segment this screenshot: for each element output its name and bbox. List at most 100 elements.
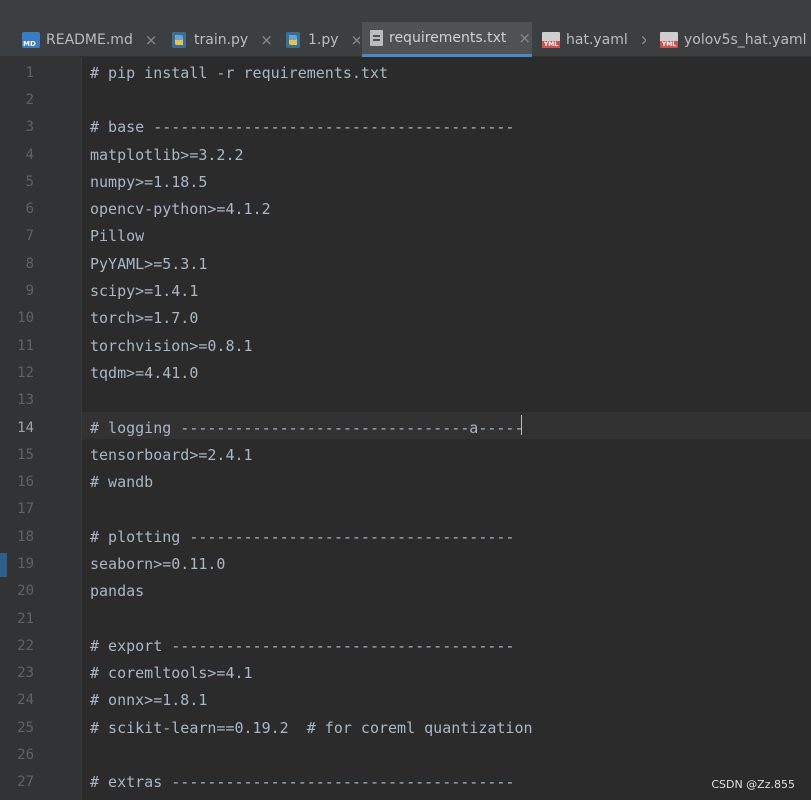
text-file-icon xyxy=(370,30,383,46)
line-number: 1 xyxy=(25,64,34,81)
code-text[interactable]: tqdm>=4.41.0 xyxy=(90,364,198,382)
tab-label: 1.py xyxy=(308,31,339,48)
line-number: 24 xyxy=(17,692,34,709)
code-line: 11 torchvision>=0.8.1 xyxy=(0,332,811,359)
line-number: 27 xyxy=(17,774,34,791)
code-text[interactable]: matplotlib>=3.2.2 xyxy=(90,146,244,164)
tab-label: requirements.txt xyxy=(389,30,507,46)
code-text[interactable]: # scikit-learn==0.19.2 # for coreml quan… xyxy=(90,719,533,737)
code-text[interactable]: opencv-python>=4.1.2 xyxy=(90,200,271,218)
code-text[interactable]: PyYAML>=5.3.1 xyxy=(90,255,207,273)
text-caret xyxy=(521,415,522,435)
line-number: 19 xyxy=(17,555,34,572)
code-text[interactable]: # logging ------------------------------… xyxy=(90,419,523,437)
line-number: 11 xyxy=(17,337,34,354)
code-line: 24 # onnx>=1.8.1 xyxy=(0,687,811,714)
code-line: 17 xyxy=(0,496,811,523)
code-line: 10 torch>=1.7.0 xyxy=(0,305,811,332)
line-number: 21 xyxy=(17,610,34,627)
code-line: 21 xyxy=(0,605,811,632)
code-text[interactable]: pandas xyxy=(90,582,144,600)
code-line: 25 # scikit-learn==0.19.2 # for coreml qu… xyxy=(0,714,811,741)
line-number: 13 xyxy=(17,392,34,409)
line-number: 18 xyxy=(17,528,34,545)
code-text[interactable]: # plotting -----------------------------… xyxy=(90,528,514,546)
close-icon[interactable]: × xyxy=(640,31,646,49)
code-line: 15 tensorboard>=2.4.1 xyxy=(0,441,811,468)
markdown-file-icon: MD xyxy=(22,31,40,48)
code-text[interactable]: scipy>=1.4.1 xyxy=(90,282,198,300)
code-text[interactable]: # coremltools>=4.1 xyxy=(90,664,253,682)
tab-1-py[interactable]: 1.py × xyxy=(276,22,360,57)
line-number: 5 xyxy=(25,173,34,190)
code-line: 26 xyxy=(0,741,811,768)
code-line: 6 opencv-python>=4.1.2 xyxy=(0,195,811,222)
code-text[interactable]: # wandb xyxy=(90,473,153,491)
line-number: 15 xyxy=(17,446,34,463)
line-number: 22 xyxy=(17,637,34,654)
line-number: 6 xyxy=(25,201,34,218)
python-file-icon xyxy=(284,31,302,48)
code-text[interactable]: # pip install -r requirements.txt xyxy=(90,64,388,82)
code-text[interactable]: Pillow xyxy=(90,227,144,245)
code-line: 4 matplotlib>=3.2.2 xyxy=(0,141,811,168)
tab-label: yolov5s_hat.yaml xyxy=(684,31,807,48)
line-number: 17 xyxy=(17,501,34,518)
line-number: 16 xyxy=(17,474,34,491)
code-text[interactable]: torchvision>=0.8.1 xyxy=(90,337,253,355)
code-text[interactable]: # export -------------------------------… xyxy=(90,637,514,655)
code-text[interactable]: numpy>=1.18.5 xyxy=(90,173,207,191)
line-number: 12 xyxy=(17,364,34,381)
close-icon[interactable]: × xyxy=(518,29,531,47)
python-file-icon xyxy=(170,31,188,48)
code-line: 5 numpy>=1.18.5 xyxy=(0,168,811,195)
close-icon[interactable]: × xyxy=(260,31,273,49)
code-line: 23 # coremltools>=4.1 xyxy=(0,660,811,687)
code-line: 12 tqdm>=4.41.0 xyxy=(0,359,811,386)
line-number: 10 xyxy=(17,310,34,327)
code-line: 19 seaborn>=0.11.0 xyxy=(0,550,811,577)
code-line: 27 # extras -----------------------------… xyxy=(0,769,811,796)
tab-train-py[interactable]: train.py × xyxy=(162,22,274,57)
line-number: 26 xyxy=(17,747,34,764)
line-number: 14 xyxy=(17,419,34,436)
code-line: 7 Pillow xyxy=(0,223,811,250)
code-text[interactable]: # base ---------------------------------… xyxy=(90,118,514,136)
code-line: 22 # export -----------------------------… xyxy=(0,632,811,659)
code-line: 3 # base --------------------------------… xyxy=(0,114,811,141)
code-line: 8 PyYAML>=5.3.1 xyxy=(0,250,811,277)
code-line-current: 14 # logging ----------------------------… xyxy=(0,414,811,441)
line-number: 9 xyxy=(25,283,34,300)
code-editor[interactable]: 1 # pip install -r requirements.txt 2 3 # … xyxy=(0,59,811,796)
line-number: 20 xyxy=(17,583,34,600)
line-number: 23 xyxy=(17,665,34,682)
tab-hat-yaml[interactable]: YML hat.yaml × xyxy=(534,22,646,57)
line-number: 3 xyxy=(25,119,34,136)
tab-label: README.md xyxy=(46,31,133,48)
code-line: 2 xyxy=(0,86,811,113)
code-text[interactable]: tensorboard>=2.4.1 xyxy=(90,446,253,464)
code-text[interactable]: seaborn>=0.11.0 xyxy=(90,555,225,573)
tab-requirements-txt[interactable]: requirements.txt × xyxy=(362,22,532,57)
code-line: 18 # plotting ---------------------------… xyxy=(0,523,811,550)
top-strip xyxy=(0,0,811,22)
close-icon[interactable]: × xyxy=(351,31,360,49)
code-line: 9 scipy>=1.4.1 xyxy=(0,277,811,304)
line-number: 2 xyxy=(25,91,34,108)
line-number: 8 xyxy=(25,255,34,272)
code-text[interactable]: # onnx>=1.8.1 xyxy=(90,691,207,709)
code-line: 20 pandas xyxy=(0,578,811,605)
code-line: 16 # wandb xyxy=(0,468,811,495)
code-line: 13 xyxy=(0,387,811,414)
editor-tab-bar: MD README.md × train.py × 1.py × require… xyxy=(0,22,811,57)
line-number: 25 xyxy=(17,719,34,736)
line-number: 7 xyxy=(25,228,34,245)
code-text[interactable]: torch>=1.7.0 xyxy=(90,309,198,327)
tab-label: hat.yaml xyxy=(566,31,628,48)
tab-yolov5s-hat-yaml[interactable]: YML yolov5s_hat.yaml xyxy=(652,22,811,57)
tab-readme[interactable]: MD README.md × xyxy=(14,22,158,57)
code-text[interactable]: # extras -------------------------------… xyxy=(90,773,514,791)
line-number: 4 xyxy=(25,146,34,163)
tab-label: train.py xyxy=(194,31,249,48)
close-icon[interactable]: × xyxy=(145,31,158,49)
